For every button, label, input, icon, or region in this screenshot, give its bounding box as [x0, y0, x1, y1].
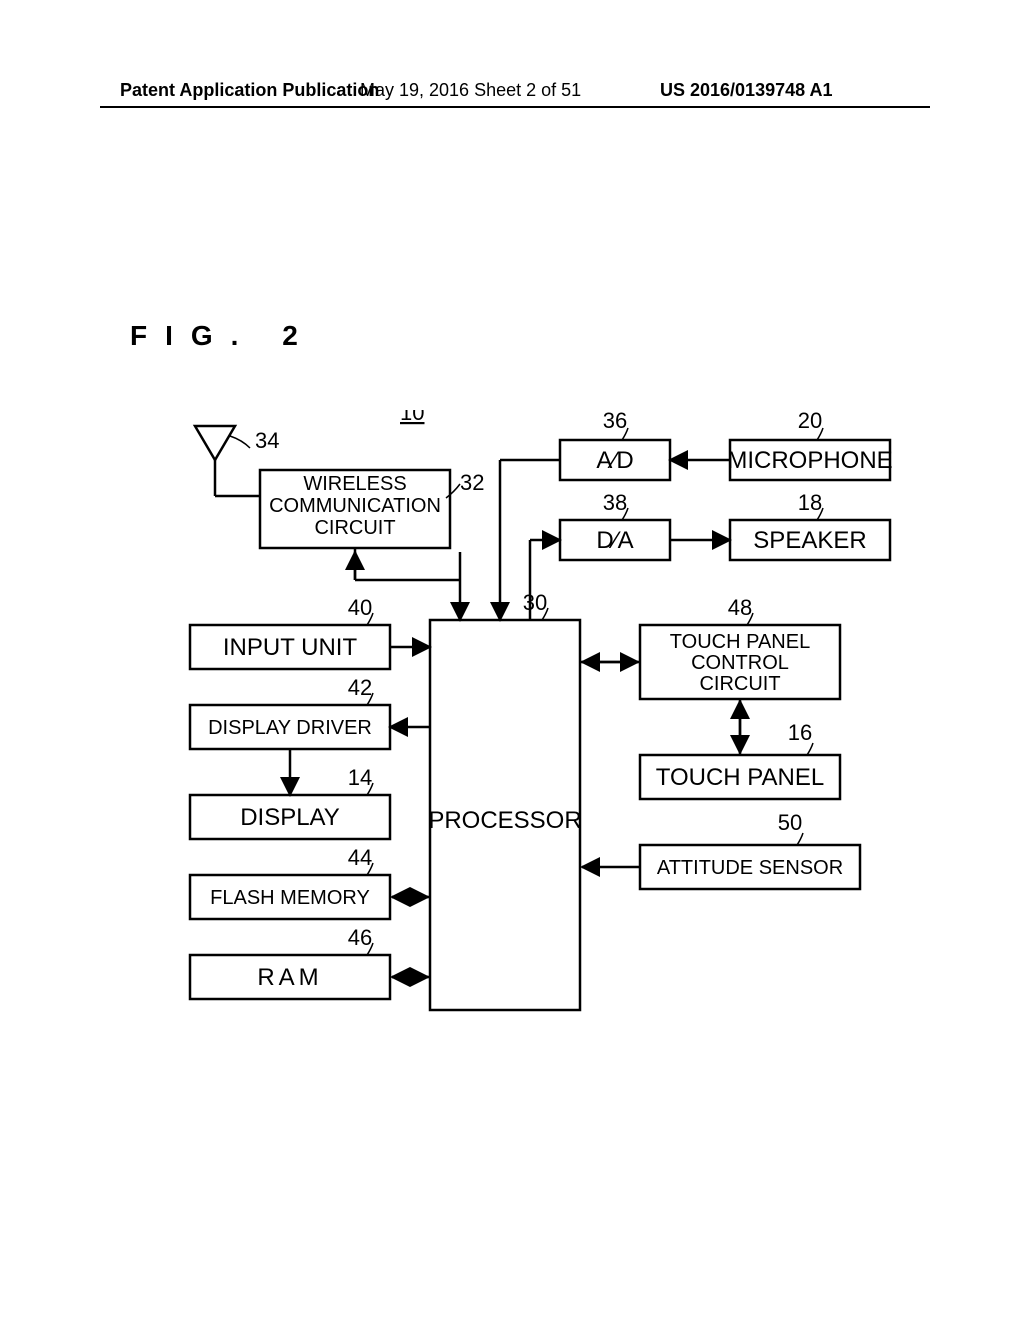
ref-ram: 46: [348, 925, 372, 950]
processor-label: PROCESSOR: [428, 807, 581, 834]
display-label: DISPLAY: [240, 804, 340, 831]
ram-label: RAM: [257, 964, 322, 991]
ref-antenna: 34: [255, 428, 279, 453]
touch-panel-label: TOUCH PANEL: [656, 764, 824, 791]
ref-display-driver: 42: [348, 675, 372, 700]
ref-input-unit: 40: [348, 595, 372, 620]
wireless-label-3: CIRCUIT: [314, 517, 395, 539]
ref-speaker: 18: [798, 490, 822, 515]
ad-label: A∕D: [596, 447, 633, 474]
header-rule: [100, 106, 930, 108]
touch-ctrl-label-2: CONTROL: [691, 652, 789, 674]
block-diagram: 34 WIRELESS COMMUNICATION CIRCUIT 32 A∕D…: [160, 410, 920, 1055]
wireless-label-2: COMMUNICATION: [269, 495, 441, 517]
page: Patent Application Publication May 19, 2…: [0, 0, 1024, 1320]
flash-label: FLASH MEMORY: [210, 887, 370, 909]
ref-wireless: 32: [460, 470, 484, 495]
ref-attitude: 50: [778, 810, 802, 835]
header-publication: Patent Application Publication: [120, 80, 379, 101]
touch-ctrl-label-3: CIRCUIT: [699, 673, 780, 695]
leader-antenna: [230, 436, 250, 448]
ref-processor: 30: [523, 590, 547, 615]
ref-display: 14: [348, 765, 372, 790]
ref-ad: 36: [603, 410, 627, 433]
ref-touch-panel: 16: [788, 720, 812, 745]
figure-label: FIG. 2: [130, 320, 316, 352]
header-date-sheet: May 19, 2016 Sheet 2 of 51: [360, 80, 581, 101]
touch-ctrl-label-1: TOUCH PANEL: [670, 631, 810, 653]
ref-touch-ctrl: 48: [728, 595, 752, 620]
wireless-label-1: WIRELESS: [303, 473, 406, 495]
display-driver-label: DISPLAY DRIVER: [208, 717, 372, 739]
ref-flash: 44: [348, 845, 372, 870]
microphone-label: MICROPHONE: [727, 447, 892, 474]
input-unit-label: INPUT UNIT: [223, 634, 358, 661]
da-label: D∕A: [596, 527, 633, 554]
leader-wireless: [446, 484, 460, 498]
attitude-label: ATTITUDE SENSOR: [657, 857, 843, 879]
diagram-svg: 34 WIRELESS COMMUNICATION CIRCUIT 32 A∕D…: [160, 410, 920, 1050]
antenna-icon: [195, 426, 235, 460]
speaker-label: SPEAKER: [753, 527, 866, 554]
ref-da: 38: [603, 490, 627, 515]
ref-microphone: 20: [798, 410, 822, 433]
header-pub-number: US 2016/0139748 A1: [660, 80, 832, 101]
ref-diagram: 10: [400, 410, 424, 425]
